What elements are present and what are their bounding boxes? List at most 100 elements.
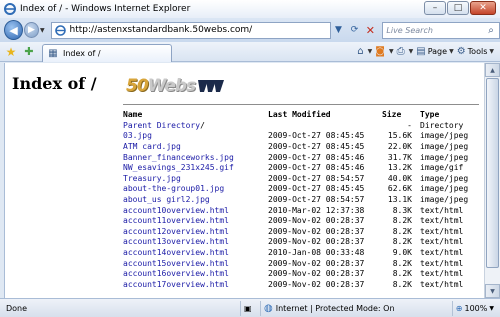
size-cell: 8.2K: [392, 269, 412, 279]
table-row: account11overview.html 2009-Nov-02 00:28:…: [123, 215, 480, 226]
file-name-cell: account13overview.html: [123, 237, 268, 248]
type-cell: text/html: [420, 237, 464, 247]
tab-index[interactable]: ▦ Index of /: [42, 43, 172, 62]
page-content: Index of / 50Webs Name Last Modified Siz…: [4, 63, 484, 298]
refresh-icon[interactable]: ⟳: [346, 22, 362, 39]
table-row: account12overview.html 2009-Nov-02 00:28:…: [123, 226, 480, 237]
type-cell: image/jpeg: [420, 173, 469, 183]
file-link[interactable]: account15overview.html: [123, 259, 229, 268]
file-name-cell: account17overview.html: [123, 279, 268, 290]
file-name-cell: about_us girl2.jpg: [123, 194, 268, 205]
file-name-cell: Banner_financeworks.jpg: [123, 152, 268, 163]
address-bar[interactable]: http://astenxstandardbank.50webs.com/: [50, 21, 331, 39]
zoom-dropdown-icon[interactable]: ▼: [489, 305, 494, 312]
file-link[interactable]: account10overview.html: [123, 206, 229, 215]
page-menu[interactable]: ▤ Page ▼: [416, 46, 453, 57]
feeds-button[interactable]: ◙ ▼: [375, 46, 393, 57]
rss-icon: ◙: [375, 46, 385, 57]
stop-icon[interactable]: ✕: [362, 22, 378, 39]
file-name-cell: about-the-group01.jpg: [123, 184, 268, 195]
file-link[interactable]: about-the-group01.jpg: [123, 184, 224, 193]
file-link[interactable]: NW_esavings_231x245.gif: [123, 163, 234, 172]
address-dropdown-icon[interactable]: ▼: [331, 22, 347, 39]
tools-menu[interactable]: ⚙ Tools ▼: [457, 46, 494, 57]
type-cell: text/html: [420, 226, 464, 236]
size-cell: 8.2K: [392, 279, 412, 289]
table-row: about_us girl2.jpg 2009-Oct-27 08:54:57 13…: [123, 194, 480, 205]
maximize-button[interactable]: □: [447, 1, 469, 15]
back-button[interactable]: ◀: [4, 20, 23, 40]
vertical-scrollbar[interactable]: ▲ ▼: [484, 63, 500, 298]
forward-button[interactable]: ▶: [23, 22, 40, 38]
type-cell: image/jpeg: [420, 152, 469, 162]
file-link[interactable]: ATM card.jpg: [123, 142, 181, 151]
modified-cell: [268, 120, 382, 131]
table-row: account15overview.html 2009-Nov-02 00:28:…: [123, 258, 480, 269]
size-cell: 8.2K: [392, 237, 412, 247]
search-icon[interactable]: ⌕: [483, 25, 499, 36]
50webs-logo: 50Webs: [126, 75, 225, 97]
size-cell: 8.2K: [392, 258, 412, 268]
page-icon: [54, 24, 66, 36]
type-cell: image/jpeg: [420, 194, 469, 204]
file-link[interactable]: account13overview.html: [123, 237, 229, 246]
zoom-control[interactable]: ⊕ 100% ▼: [451, 300, 500, 316]
file-link[interactable]: account16overview.html: [123, 269, 229, 278]
modified-cell: 2009-Oct-27 08:54:57: [268, 173, 365, 183]
file-link[interactable]: 03.jpg: [123, 131, 152, 140]
home-icon: ⌂: [357, 46, 364, 57]
file-link[interactable]: account12overview.html: [123, 227, 229, 236]
modified-cell: 2009-Oct-27 08:54:57: [268, 194, 365, 204]
table-row: account17overview.html 2009-Nov-02 00:28:…: [123, 279, 480, 290]
file-link[interactable]: Treasury.jpg: [123, 174, 181, 183]
file-link[interactable]: account14overview.html: [123, 248, 229, 257]
gear-icon: ⚙: [456, 46, 466, 57]
page-menu-label: Page: [427, 47, 448, 56]
modified-cell: 2009-Oct-27 08:45:45: [268, 141, 365, 151]
size-cell: 15.6K: [387, 131, 412, 141]
modified-cell: 2009-Nov-02 00:28:37: [268, 269, 365, 279]
modified-cell: 2009-Nov-02 00:28:37: [268, 226, 365, 236]
column-name[interactable]: Name: [123, 108, 268, 120]
print-button[interactable]: ⎙ ▼: [397, 46, 414, 57]
scroll-up-icon[interactable]: ▲: [485, 63, 500, 77]
column-last-modified[interactable]: Last Modified: [268, 108, 382, 120]
modified-cell: 2009-Nov-02 00:28:37: [268, 216, 365, 226]
directory-listing: Name Last Modified Size Type Parent Dire…: [123, 108, 480, 290]
modified-cell: 2009-Nov-02 00:28:37: [268, 258, 365, 268]
add-favorites-icon[interactable]: ✚: [22, 45, 36, 59]
path-suffix: /: [200, 120, 205, 130]
window-title: Index of / - Windows Internet Explorer: [20, 4, 191, 14]
search-box[interactable]: Live Search ⌕: [382, 21, 500, 39]
file-link[interactable]: Parent Directory: [123, 121, 200, 130]
modified-cell: 2009-Nov-02 00:28:37: [268, 279, 365, 289]
modified-cell: 2009-Nov-02 00:28:37: [268, 237, 365, 247]
file-name-cell: account12overview.html: [123, 226, 268, 237]
scroll-down-icon[interactable]: ▼: [485, 284, 500, 298]
type-cell: image/jpeg: [420, 131, 469, 141]
file-name-cell: account16overview.html: [123, 268, 268, 279]
home-button[interactable]: ⌂ ▼: [357, 46, 372, 57]
security-zone[interactable]: ◍ Internet | Protected Mode: On: [260, 300, 408, 316]
favorites-star-icon[interactable]: ★: [4, 45, 18, 59]
column-type[interactable]: Type: [420, 108, 480, 120]
table-row: account16overview.html 2009-Nov-02 00:28:…: [123, 268, 480, 279]
table-row: account13overview.html 2009-Nov-02 00:28:…: [123, 237, 480, 248]
search-input[interactable]: Live Search: [386, 26, 433, 35]
file-link[interactable]: account11overview.html: [123, 216, 229, 225]
security-icon[interactable]: ▣: [240, 300, 260, 316]
size-cell: 22.0K: [387, 141, 412, 151]
zoom-level: 100%: [464, 303, 488, 313]
column-size[interactable]: Size: [382, 108, 420, 120]
url-text[interactable]: http://astenxstandardbank.50webs.com/: [70, 25, 253, 35]
minimize-button[interactable]: –: [424, 1, 446, 15]
file-link[interactable]: account17overview.html: [123, 280, 229, 289]
close-button[interactable]: ✕: [470, 1, 496, 15]
recent-pages-dropdown-icon[interactable]: ▼: [40, 27, 48, 34]
table-row: about-the-group01.jpg 2009-Oct-27 08:45:4…: [123, 184, 480, 195]
modified-cell: 2010-Jan-08 00:33:48: [268, 247, 365, 257]
scroll-thumb[interactable]: [486, 78, 499, 268]
file-link[interactable]: about_us girl2.jpg: [123, 195, 210, 204]
file-link[interactable]: Banner_financeworks.jpg: [123, 153, 234, 162]
size-cell: 13.2K: [387, 163, 412, 173]
